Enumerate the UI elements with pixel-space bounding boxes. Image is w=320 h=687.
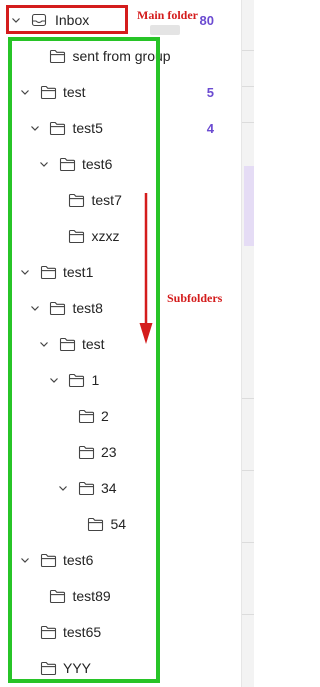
divider [242,50,254,51]
divider [242,122,254,123]
divider [242,398,254,399]
message-list-edge [241,0,254,687]
unread-count: 80 [199,12,214,28]
selected-message-highlight [244,166,254,246]
divider [242,86,254,87]
divider [242,614,254,615]
subfolders-annotation: Subfolders [167,291,223,305]
main-folder-annotation: Main folder [137,8,198,22]
unread-count: 4 [206,120,214,136]
divider [242,542,254,543]
down-arrow-annotation [139,193,153,344]
main-folder-highlight-box [6,5,128,34]
subfolders-highlight-box [8,37,160,683]
unread-count: 5 [206,84,214,100]
divider [242,470,254,471]
annotation-background [150,25,180,35]
